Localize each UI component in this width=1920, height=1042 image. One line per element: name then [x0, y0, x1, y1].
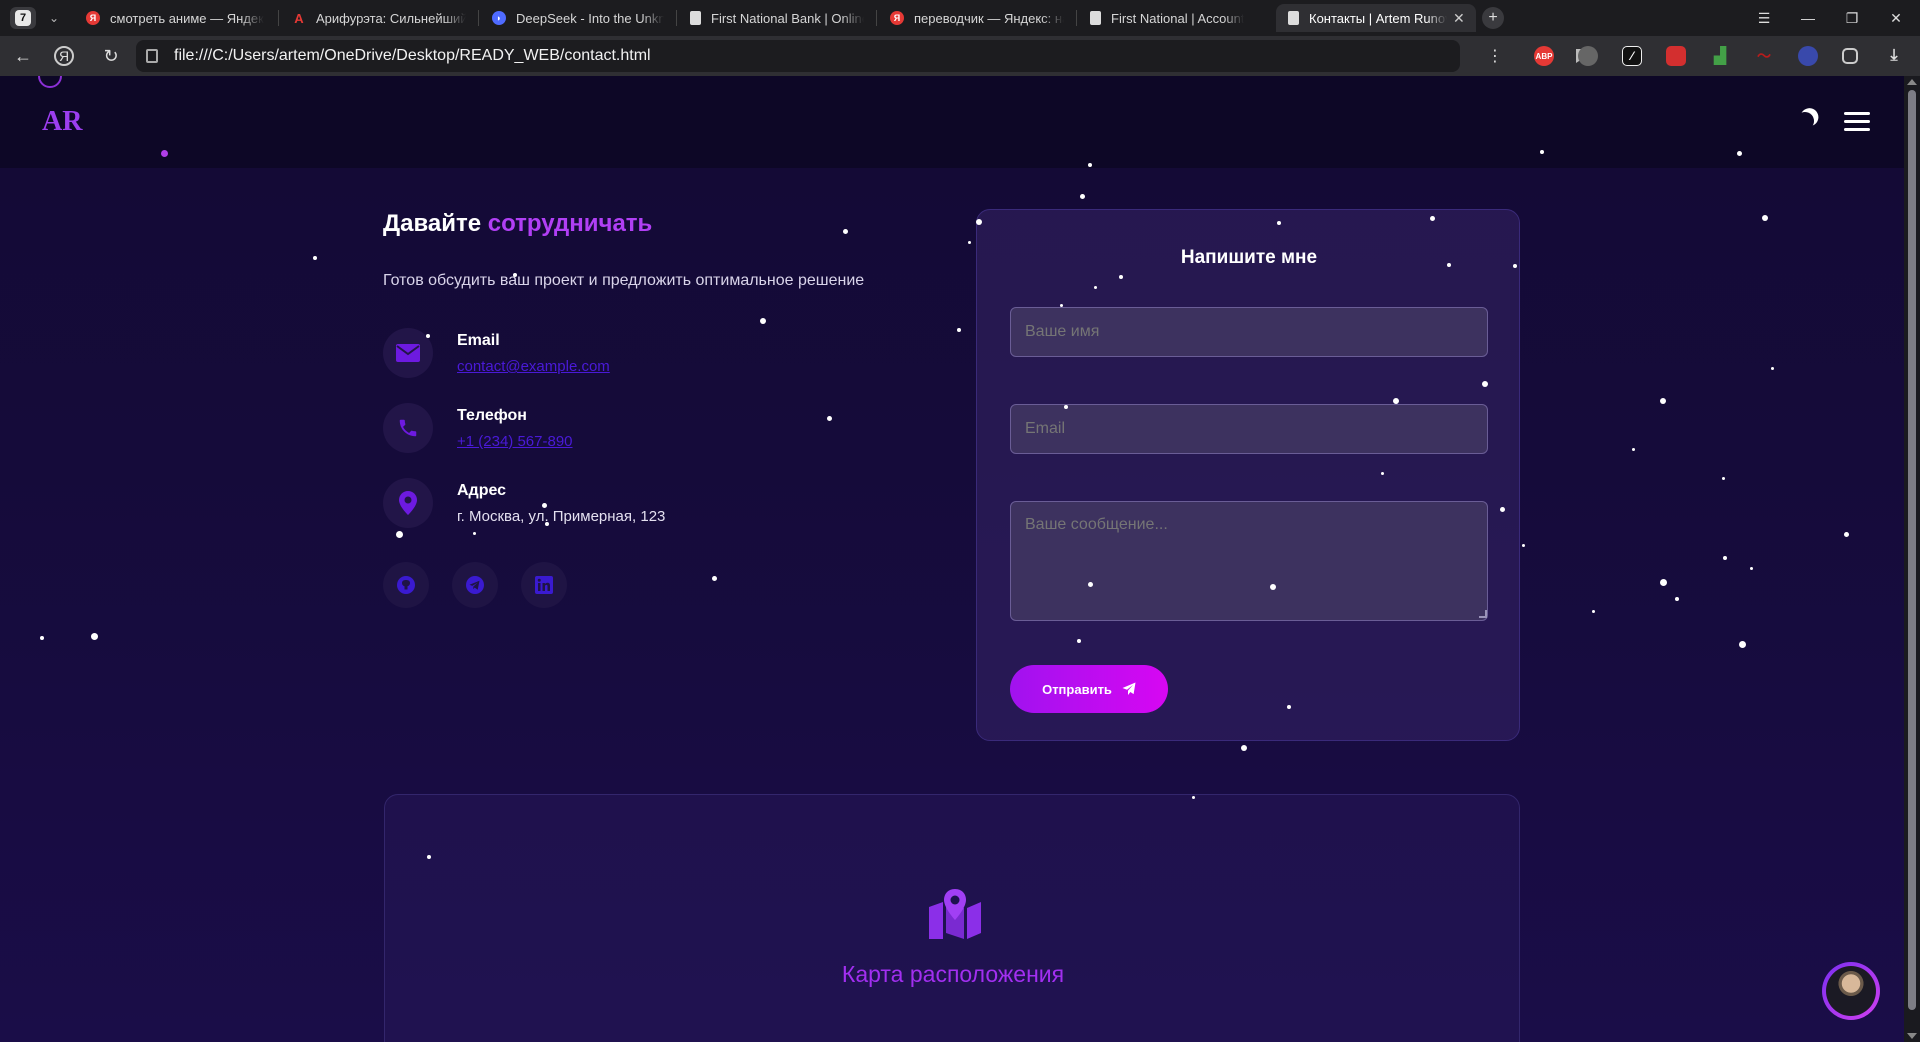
tab-contacts-active[interactable]: Контакты | Artem Runov ✕	[1276, 4, 1476, 32]
scroll-thumb[interactable]	[1908, 90, 1916, 1010]
deepseek-icon: ◗	[492, 11, 506, 25]
document-icon	[690, 11, 701, 25]
telegram-icon[interactable]	[452, 562, 498, 608]
extension-chart-icon[interactable]: ▟	[1710, 46, 1730, 66]
scroll-down-arrow-icon[interactable]	[1907, 1033, 1917, 1039]
contact-phone-item: Телефон +1 (234) 567-890	[383, 403, 903, 459]
title-main: Давайте	[383, 210, 488, 237]
url-box[interactable]: file:///C:/Users/artem/OneDrive/Desktop/…	[136, 40, 1588, 72]
restore-icon[interactable]: ❐	[1840, 6, 1864, 30]
more-vertical-icon[interactable]: ⋮	[1482, 44, 1508, 68]
address-bar: ← Я ↻ file:///C:/Users/artem/OneDrive/De…	[0, 36, 1920, 76]
hamburger-menu-icon[interactable]	[1844, 112, 1870, 132]
send-button-label: Отправить	[1042, 681, 1112, 697]
chat-avatar-button[interactable]	[1822, 962, 1880, 1020]
yandex-home-icon[interactable]: Я	[54, 46, 74, 66]
phone-label: Телефон	[457, 407, 527, 424]
close-tab-icon[interactable]: ✕	[1453, 10, 1465, 27]
yandex-icon: Я	[890, 11, 904, 25]
a-letter-icon: A	[294, 10, 304, 26]
document-icon	[1288, 11, 1299, 25]
extension-gray-icon[interactable]	[1578, 46, 1598, 66]
tab-title: Арифурэта: Сильнейший	[316, 10, 466, 26]
new-tab-button[interactable]: +	[1482, 7, 1504, 29]
minimize-icon[interactable]: —	[1796, 6, 1820, 30]
tab-yandex-anime[interactable]: Я смотреть аниме — Яндекс	[74, 4, 274, 32]
tab-first-national-account[interactable]: First National | Account	[1078, 4, 1274, 32]
download-icon[interactable]: ⤓	[1884, 46, 1904, 66]
contact-subtitle: Готов обсудить ваш проект и предложить о…	[383, 272, 865, 289]
scroll-up-arrow-icon[interactable]	[1907, 79, 1917, 85]
contact-title: Давайте сотрудничать	[383, 210, 652, 238]
page-viewport: AR Давайте сотрудничать Готов обсудить в…	[0, 76, 1904, 1042]
email-link[interactable]: contact@example.com	[457, 358, 610, 375]
moon-icon[interactable]	[1795, 111, 1816, 132]
tab-title: Контакты | Artem Runov	[1309, 10, 1447, 26]
extension-wave-icon[interactable]: 〜	[1754, 46, 1774, 66]
yandex-icon: Я	[86, 11, 100, 25]
address-value: г. Москва, ул. Примерная, 123	[457, 508, 666, 525]
page-scrollbar[interactable]	[1904, 76, 1920, 1042]
github-icon[interactable]	[383, 562, 429, 608]
send-button[interactable]: Отправить	[1010, 665, 1168, 713]
browser-menu-icon[interactable]: ☰	[1752, 6, 1776, 30]
email-label: Email	[457, 332, 500, 349]
tab-arifureta[interactable]: A Арифурэта: Сильнейший	[280, 4, 476, 32]
tab-deepseek[interactable]: ◗ DeepSeek - Into the Unkno	[480, 4, 674, 32]
paper-plane-icon	[1122, 682, 1136, 695]
back-arrow-icon[interactable]: ←	[10, 44, 36, 68]
tab-yandex-translate[interactable]: Я переводчик — Яндекс: на	[878, 4, 1074, 32]
tab-title: First National Bank | Online	[711, 10, 864, 26]
tab-title: смотреть аниме — Яндекс	[110, 10, 264, 26]
site-header: AR	[0, 76, 1904, 168]
map-card: Карта расположения	[384, 794, 1520, 1042]
url-text[interactable]: file:///C:/Users/artem/OneDrive/Desktop/…	[174, 47, 651, 65]
document-icon	[1090, 11, 1101, 25]
extension-chat-icon[interactable]	[1798, 46, 1818, 66]
reload-icon[interactable]: ↻	[98, 44, 124, 68]
tab-title: переводчик — Яндекс: на	[914, 10, 1064, 26]
linkedin-icon[interactable]	[521, 562, 567, 608]
map-pin-icon	[383, 478, 433, 528]
name-input[interactable]	[1010, 307, 1488, 357]
phone-link[interactable]: +1 (234) 567-890	[457, 433, 573, 450]
logo-ring-decoration	[38, 76, 62, 88]
message-field-wrapper	[977, 501, 1521, 621]
resize-grip-icon[interactable]	[1479, 610, 1487, 618]
map-location-icon	[929, 889, 981, 939]
avatar	[1826, 966, 1876, 1016]
tab-first-national-bank[interactable]: First National Bank | Online	[678, 4, 874, 32]
phone-icon	[383, 403, 433, 453]
email-input[interactable]	[1010, 404, 1488, 454]
extension-lock-icon[interactable]	[1666, 46, 1686, 66]
file-icon	[146, 49, 158, 63]
map-label: Карта расположения	[841, 961, 1065, 987]
tab-bar: 7 ⌄ Я смотреть аниме — Яндекс A Арифурэт…	[0, 0, 1920, 36]
tab-title: First National | Account	[1111, 10, 1245, 26]
contact-form-card: Напишите мне Отправить	[976, 209, 1520, 741]
tab-title: DeepSeek - Into the Unkno	[516, 10, 664, 26]
contact-address-item: Адрес г. Москва, ул. Примерная, 123	[383, 478, 903, 534]
contact-email-item: Email contact@example.com	[383, 328, 903, 384]
address-label: Адрес	[457, 482, 507, 499]
message-textarea[interactable]	[1010, 501, 1488, 621]
site-logo[interactable]: AR	[42, 106, 82, 138]
extensions-puzzle-icon[interactable]	[1842, 48, 1858, 64]
extension-pen-icon[interactable]: ⁄	[1622, 46, 1642, 66]
adblock-icon[interactable]: ABP	[1534, 46, 1554, 66]
form-title: Напишите мне	[1180, 247, 1318, 268]
tab-count: 7	[15, 10, 31, 26]
window-close-icon[interactable]: ✕	[1884, 6, 1908, 30]
tab-counter-button[interactable]: 7	[10, 7, 36, 29]
chevron-down-icon[interactable]: ⌄	[42, 7, 66, 29]
title-accent: сотрудничать	[487, 210, 653, 237]
